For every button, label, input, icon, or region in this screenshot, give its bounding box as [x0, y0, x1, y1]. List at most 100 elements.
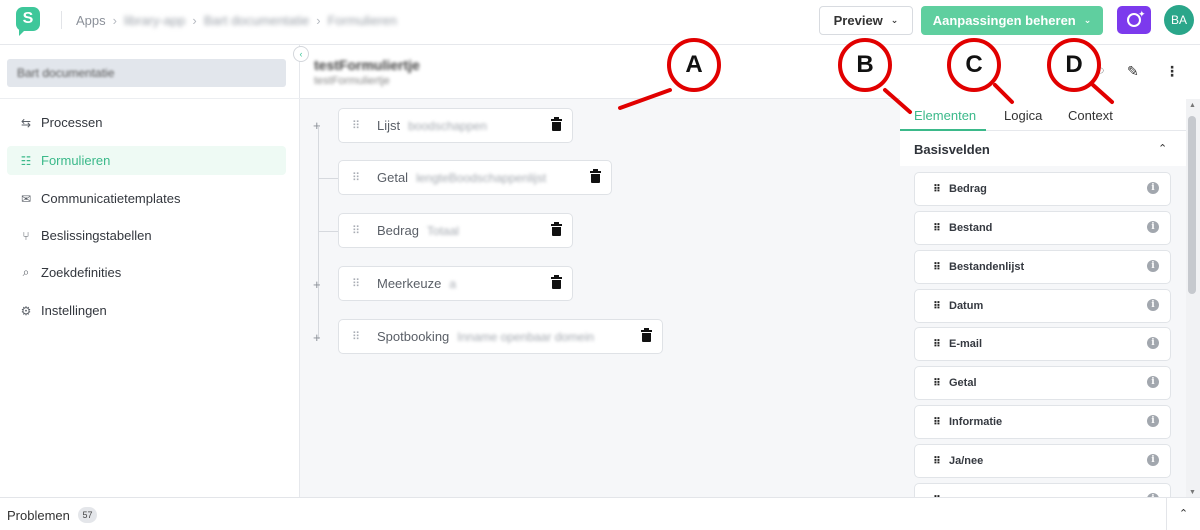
section-header[interactable]: Basisvelden ⌃ — [900, 131, 1186, 166]
field-key: boodschappen — [408, 118, 487, 133]
scroll-up-icon[interactable]: ▲ — [1189, 102, 1196, 109]
divider — [0, 98, 300, 99]
form-field[interactable]: ⠿ Meerkeuze a — [338, 266, 573, 301]
palette-item-bestand[interactable]: ⠿ Bestand i — [914, 211, 1171, 245]
palette-item-informatie[interactable]: ⠿ Informatie i — [914, 405, 1171, 439]
breadcrumb-separator-icon: › — [112, 13, 117, 28]
drag-handle-icon: ⠿ — [933, 377, 941, 389]
field-type: Getal — [377, 170, 409, 185]
sidebar-item-beslissingstabellen[interactable]: ⑂ Beslissingstabellen — [7, 221, 286, 250]
info-icon[interactable]: i — [1147, 221, 1159, 233]
info-icon[interactable]: i — [1147, 299, 1159, 311]
trash-icon[interactable] — [551, 117, 562, 131]
tab-elementen[interactable]: Elementen — [914, 108, 976, 123]
drag-handle-icon[interactable]: ⠿ — [352, 278, 362, 289]
problems-bar[interactable]: Problemen 57 ⌃ — [0, 497, 1200, 530]
app-logo[interactable]: S — [16, 7, 40, 36]
form-field[interactable]: ⠿ Bedrag Totaal — [338, 213, 573, 248]
tab-logica[interactable]: Logica — [1004, 108, 1042, 123]
info-icon[interactable]: i — [1147, 376, 1159, 388]
manage-changes-button[interactable]: Aanpassingen beheren ⌄ — [921, 6, 1103, 35]
trash-icon[interactable] — [641, 328, 652, 342]
tab-context[interactable]: Context — [1068, 108, 1113, 123]
palette-item-janee[interactable]: ⠿ Ja/nee i — [914, 444, 1171, 478]
palette-item-getal[interactable]: ⠿ Getal i — [914, 366, 1171, 400]
info-icon[interactable]: i — [1147, 260, 1159, 272]
drag-handle-icon[interactable]: ⠿ — [352, 172, 362, 183]
field-key: lengteBoodschappenlijst — [416, 170, 547, 185]
chevron-up-icon[interactable]: ⌃ — [1166, 498, 1200, 530]
collapse-sidebar-button[interactable]: ‹ — [293, 46, 309, 62]
add-field-icon[interactable]: + — [313, 330, 321, 345]
edit-icon[interactable]: ✎ — [1127, 63, 1139, 80]
scrollbar-thumb[interactable] — [1188, 116, 1196, 294]
breadcrumb-apps[interactable]: Apps — [76, 13, 106, 28]
info-icon[interactable]: i — [1147, 454, 1159, 466]
scroll-down-icon[interactable]: ▼ — [1189, 489, 1196, 496]
breadcrumb-separator-icon: › — [192, 13, 197, 28]
palette-item-bestandenlijst[interactable]: ⠿ Bestandenlijst i — [914, 250, 1171, 284]
element-palette: ⠿ Bedrag i ⠿ Bestand i ⠿ Bestandenlijst … — [900, 166, 1186, 497]
more-vertical-icon[interactable]: ⋮ — [1165, 63, 1179, 80]
trash-icon[interactable] — [590, 169, 601, 183]
process-icon: ⇆ — [20, 115, 32, 130]
form-subtitle: testFormuliertje — [314, 75, 390, 87]
palette-item-datum[interactable]: ⠿ Datum i — [914, 289, 1171, 323]
divider — [61, 11, 62, 29]
form-field[interactable]: ⠿ Getal lengteBoodschappenlijst — [338, 160, 612, 195]
drag-handle-icon: ⠿ — [933, 222, 941, 234]
palette-item-label: Bestandenlijst — [949, 261, 1025, 273]
drag-handle-icon: ⠿ — [933, 300, 941, 312]
annotation-marker-c: C — [947, 38, 1001, 92]
gear-icon: ⚙ — [20, 303, 32, 318]
preview-label: Preview — [833, 13, 883, 28]
project-selector[interactable]: Bart documentatie — [7, 59, 286, 87]
trash-icon[interactable] — [551, 275, 562, 289]
field-key: a — [449, 276, 456, 291]
annotation-marker-a: A — [667, 38, 721, 92]
info-icon[interactable]: i — [1147, 182, 1159, 194]
palette-item-partial[interactable]: ⠿ i — [914, 483, 1171, 497]
problems-count-badge: 57 — [78, 507, 97, 523]
breadcrumb: Apps › library-app › Bart documentatie ›… — [76, 13, 397, 28]
info-icon[interactable]: i — [1147, 415, 1159, 427]
form-icon: ☷ — [20, 153, 32, 168]
ai-assistant-button[interactable]: ✦ — [1117, 6, 1151, 34]
chevron-down-icon: ⌄ — [890, 15, 899, 25]
sidebar-item-communicatietemplates[interactable]: ✉ Communicatietemplates — [7, 184, 286, 213]
sparkle-icon: ✦ — [1138, 9, 1146, 19]
add-field-icon[interactable]: + — [313, 277, 321, 292]
palette-item-label: Getal — [949, 377, 977, 389]
trash-icon[interactable] — [551, 222, 562, 236]
sidebar-item-instellingen[interactable]: ⚙ Instellingen — [7, 296, 286, 325]
user-avatar[interactable]: BA — [1164, 5, 1194, 35]
mail-icon: ✉ — [20, 191, 32, 206]
form-field[interactable]: ⠿ Spotbooking Inname openbaar domein — [338, 319, 663, 354]
section-title: Basisvelden — [914, 142, 990, 157]
info-icon[interactable]: i — [1147, 337, 1159, 349]
breadcrumb-app[interactable]: library-app — [124, 13, 185, 28]
drag-handle-icon: ⠿ — [933, 416, 941, 428]
sidebar: Bart documentatie ⇆ Processen ☷ Formulie… — [0, 45, 300, 497]
sidebar-item-zoekdefinities[interactable]: ⌕ Zoekdefinities — [7, 258, 286, 287]
drag-handle-icon[interactable]: ⠿ — [352, 331, 362, 342]
field-type: Spotbooking — [377, 329, 450, 344]
sidebar-item-processen[interactable]: ⇆ Processen — [7, 108, 286, 137]
field-key: Inname openbaar domein — [457, 329, 595, 344]
manage-label: Aanpassingen beheren — [932, 13, 1076, 28]
drag-handle-icon: ⠿ — [933, 338, 941, 350]
form-field[interactable]: ⠿ Lijst boodschappen — [338, 108, 573, 143]
palette-item-label: Datum — [949, 300, 984, 312]
palette-item-email[interactable]: ⠿ E-mail i — [914, 327, 1171, 361]
app-window: S Apps › library-app › Bart documentatie… — [0, 0, 1200, 530]
sidebar-item-formulieren[interactable]: ☷ Formulieren — [7, 146, 286, 175]
preview-button[interactable]: Preview ⌄ — [819, 6, 913, 35]
chevron-up-icon[interactable]: ⌃ — [1158, 142, 1167, 155]
sidebar-item-label: Zoekdefinities — [41, 265, 122, 280]
drag-handle-icon[interactable]: ⠿ — [352, 120, 362, 131]
add-field-icon[interactable]: + — [313, 118, 321, 133]
breadcrumb-project[interactable]: Bart documentatie — [204, 13, 310, 28]
drag-handle-icon[interactable]: ⠿ — [352, 225, 362, 236]
palette-item-bedrag[interactable]: ⠿ Bedrag i — [914, 172, 1171, 206]
palette-item-label: E-mail — [949, 338, 983, 350]
